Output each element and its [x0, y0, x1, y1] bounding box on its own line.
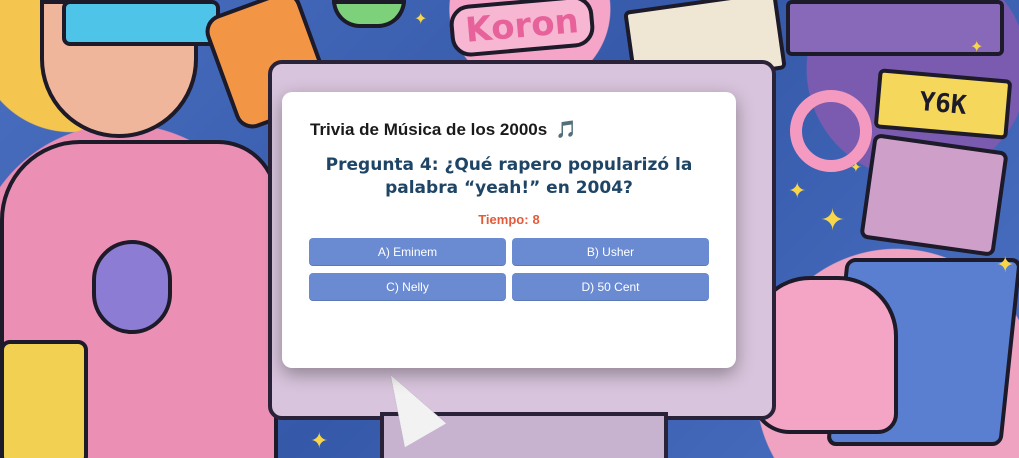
handheld-device-illustration — [0, 340, 88, 458]
tamagotchi-illustration — [92, 240, 172, 334]
question-text: Pregunta 4: ¿Qué rapero popularizó la pa… — [325, 155, 693, 198]
sparkle-icon: ✦ — [414, 11, 428, 28]
cassette-tape-illustration — [859, 133, 1009, 257]
sparkle-icon: ✦ — [820, 204, 846, 237]
answer-button-c[interactable]: C) Nelly — [309, 273, 506, 301]
sunglasses-illustration — [62, 0, 220, 46]
sparkle-icon: ✦ — [850, 159, 862, 175]
timer: Tiempo: 8 — [282, 212, 736, 227]
answer-button-b[interactable]: B) Usher — [512, 238, 709, 266]
sparkle-icon: ✦ — [970, 39, 984, 56]
answer-options: A) Eminem B) Usher C) Nelly D) 50 Cent — [309, 238, 709, 301]
sparkle-icon: ✦ — [788, 178, 807, 203]
quiz-title: Trivia de Música de los 2000s 🎵 — [310, 120, 577, 140]
timer-value: 8 — [532, 212, 540, 227]
license-plate-sticker: Y6K — [873, 68, 1013, 140]
answer-button-d[interactable]: D) 50 Cent — [512, 273, 709, 301]
music-note-icon: 🎵 — [555, 120, 578, 140]
quiz-title-text: Trivia de Música de los 2000s — [310, 120, 548, 139]
quiz-card: Trivia de Música de los 2000s 🎵 Pregunta… — [282, 92, 736, 368]
sparkle-icon: ✦ — [996, 252, 1015, 277]
sparkle-icon: ✦ — [310, 428, 329, 453]
timer-label: Tiempo: — [478, 212, 529, 227]
page: Koron Y6K ✦ ✦ ✦ ✦ ✦ ✦ ✦ ✦ Trivia de Músi… — [0, 0, 1019, 458]
answer-button-a[interactable]: A) Eminem — [309, 238, 506, 266]
